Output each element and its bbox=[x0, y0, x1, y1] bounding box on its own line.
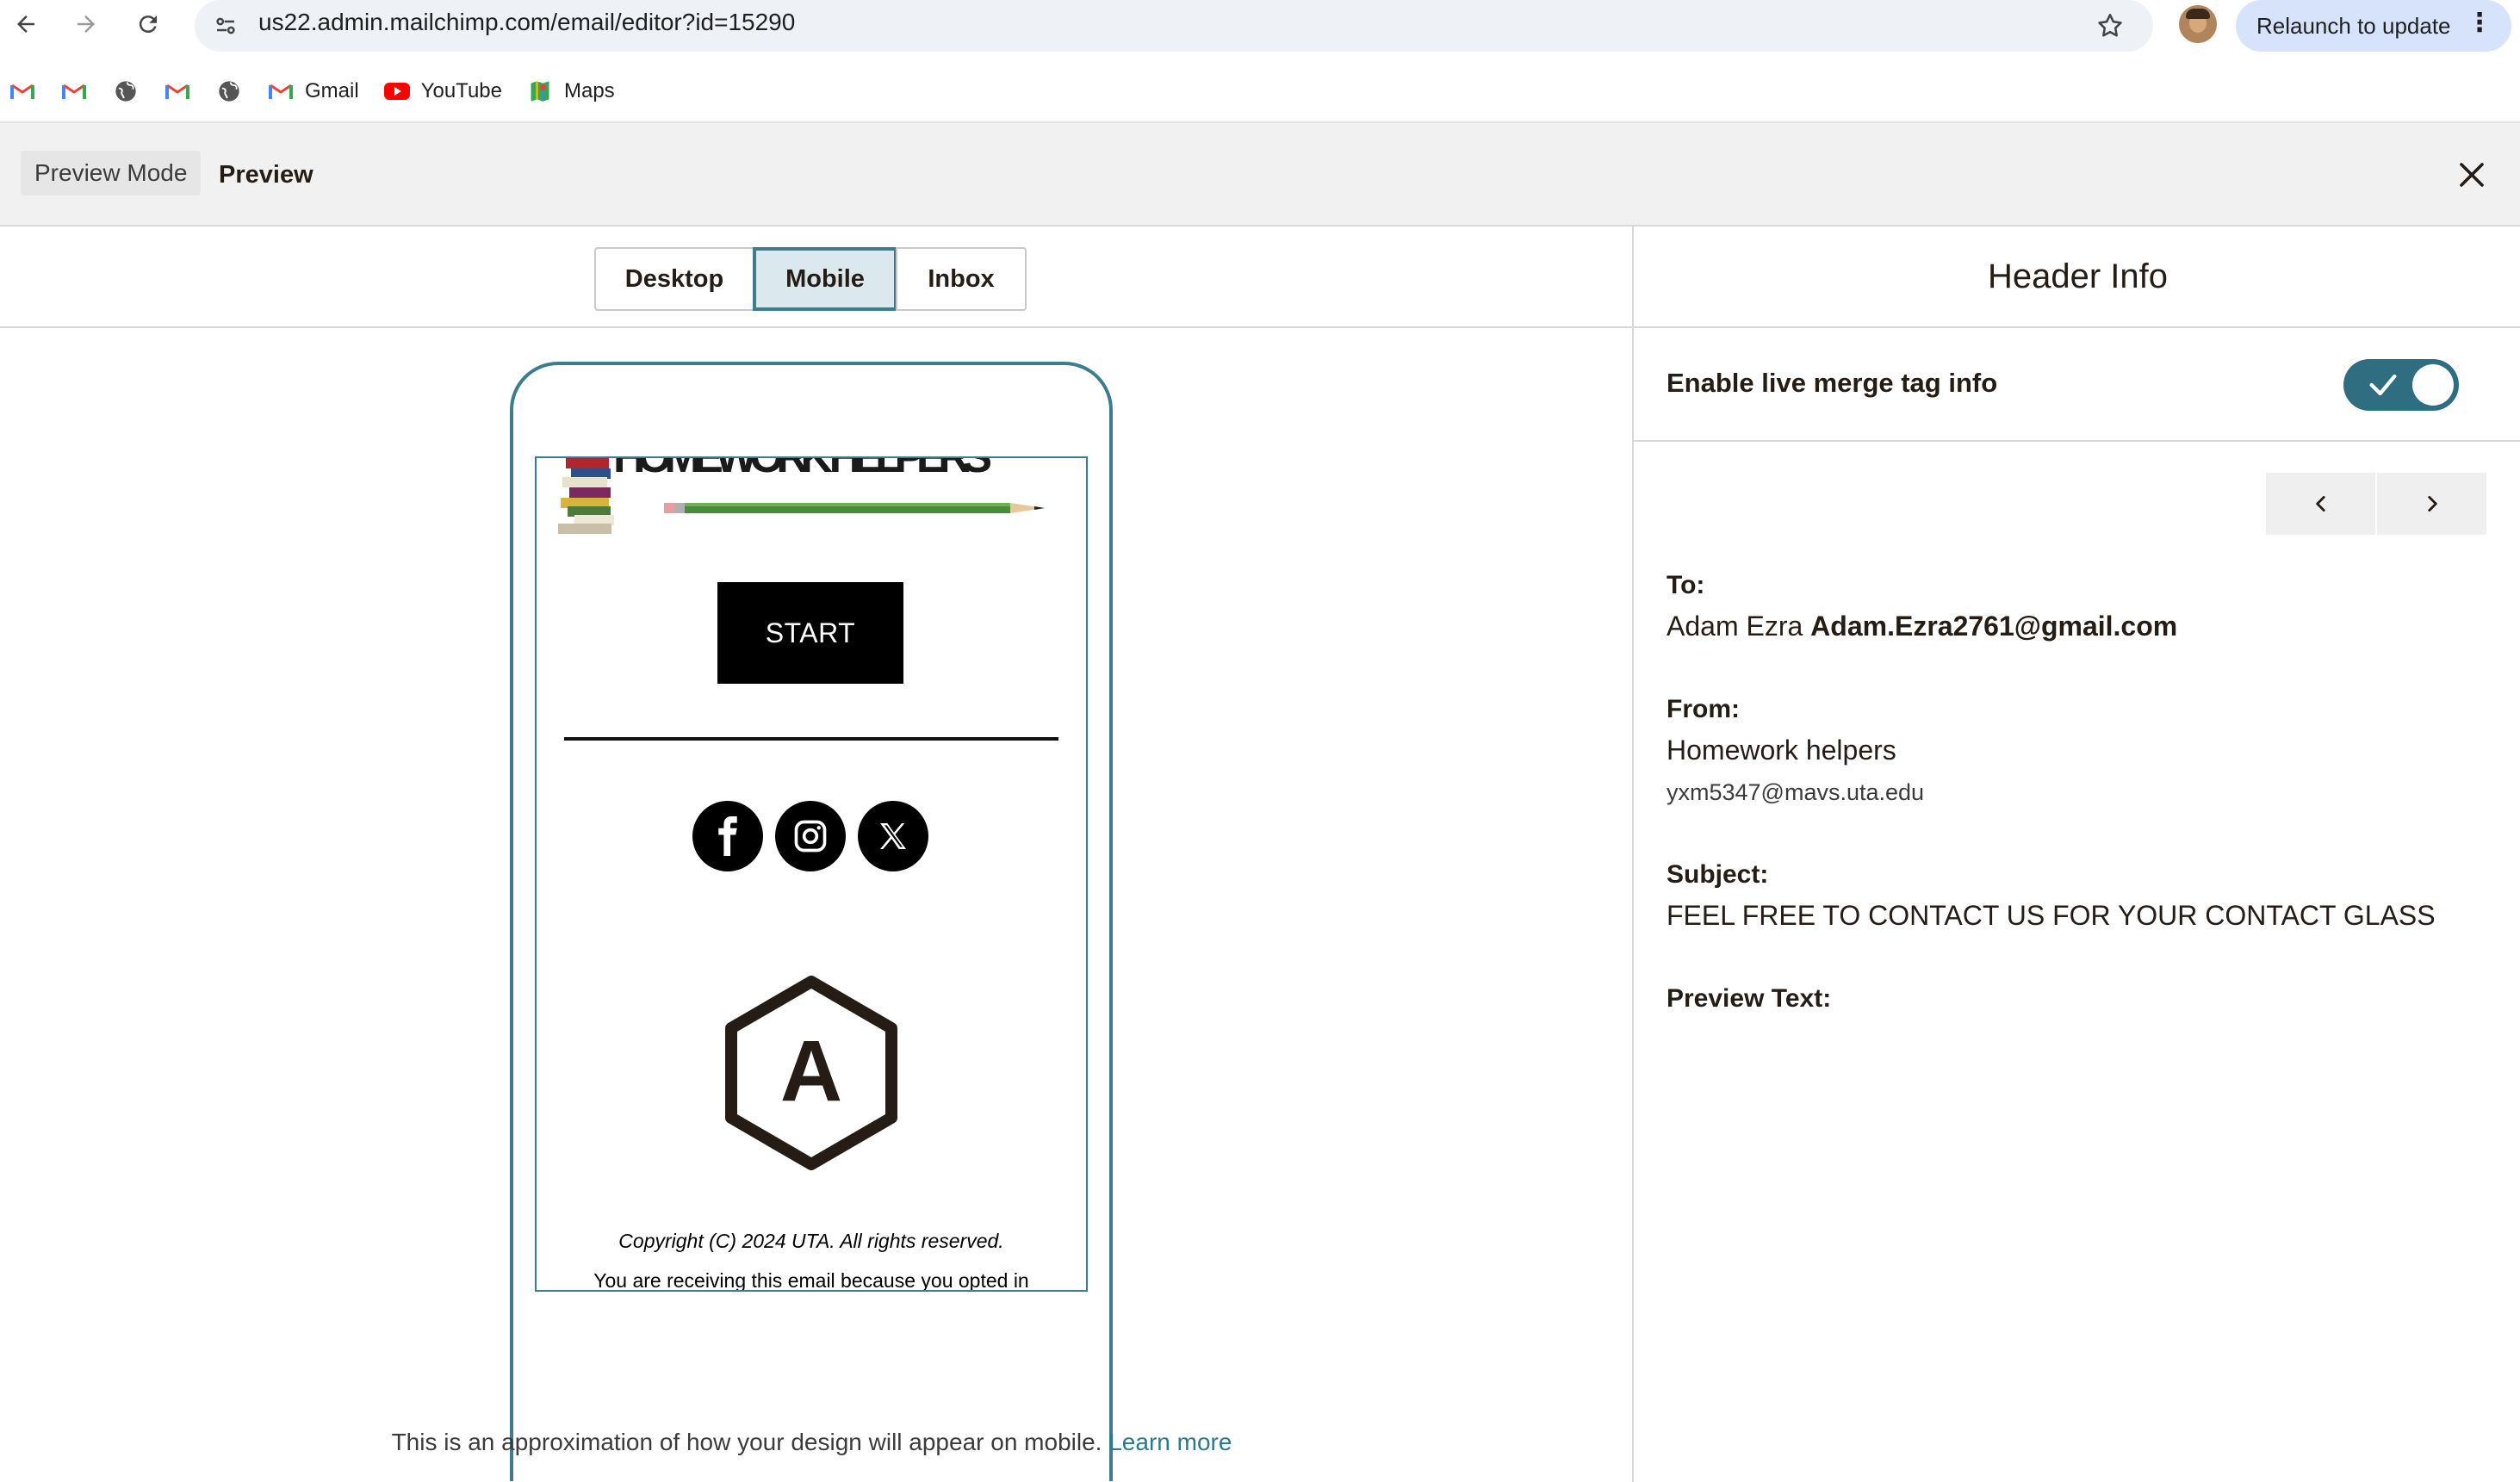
books-pencil-image: HOMEWORK HELPERS bbox=[558, 458, 1045, 534]
header-info-title: Header Info bbox=[1634, 226, 2520, 328]
approximation-note: This is an approximation of how your des… bbox=[0, 1429, 1623, 1456]
merge-tag-row: Enable live merge tag info bbox=[1634, 328, 2520, 442]
device-tabs: Desktop Mobile Inbox bbox=[0, 226, 1632, 328]
bookmark-star-icon[interactable] bbox=[2091, 7, 2129, 45]
bookmark-gmail-3[interactable] bbox=[164, 78, 191, 105]
tab-desktop[interactable]: Desktop bbox=[594, 247, 754, 311]
reload-icon bbox=[139, 16, 157, 34]
close-preview-button[interactable] bbox=[2451, 154, 2492, 195]
header-info-panel: Header Info Enable live merge tag info T… bbox=[1632, 226, 2520, 1482]
email-banner: HOMEWORK HELPERS bbox=[537, 458, 1086, 553]
to-name: Adam Ezra bbox=[1667, 611, 1803, 642]
merge-tag-label: Enable live merge tag info bbox=[1667, 368, 1998, 398]
previous-recipient-button[interactable] bbox=[2266, 473, 2375, 535]
forward-button[interactable] bbox=[69, 7, 103, 41]
preview-header: Preview Mode Preview bbox=[0, 123, 2520, 226]
gmail-icon bbox=[60, 78, 88, 105]
site-info-icon[interactable] bbox=[210, 10, 241, 41]
merge-tag-toggle[interactable] bbox=[2343, 359, 2459, 411]
page-title: Preview bbox=[219, 161, 313, 189]
bookmark-label: Gmail bbox=[305, 79, 359, 102]
approximation-text: This is an approximation of how your des… bbox=[391, 1429, 1102, 1455]
back-arrow-icon bbox=[17, 16, 34, 33]
svg-text:HOMEWORK HELPERS: HOMEWORK HELPERS bbox=[613, 458, 992, 482]
logo-letter: A bbox=[780, 1023, 842, 1119]
x-twitter-icon[interactable] bbox=[858, 801, 928, 871]
tab-inbox[interactable]: Inbox bbox=[896, 247, 1027, 311]
globe-icon bbox=[112, 78, 140, 105]
toggle-knob bbox=[2412, 364, 2454, 406]
logo-hexagon: A bbox=[708, 970, 915, 1176]
maps-icon bbox=[526, 78, 554, 105]
from-email: yxm5347@mavs.uta.edu bbox=[1667, 779, 1925, 805]
preview-text-label: Preview Text: bbox=[1667, 984, 1832, 1013]
reload-button[interactable] bbox=[131, 7, 165, 41]
facebook-icon[interactable] bbox=[692, 801, 763, 871]
chevron-left-icon bbox=[2315, 496, 2325, 512]
more-menu-icon[interactable]: ⋮ bbox=[2467, 10, 2492, 36]
browser-toolbar: us22.admin.mailchimp.com/email/editor?id… bbox=[0, 0, 2520, 52]
email-divider bbox=[564, 737, 1058, 741]
url-text[interactable]: us22.admin.mailchimp.com/email/editor?id… bbox=[258, 9, 795, 36]
next-recipient-button[interactable] bbox=[2377, 473, 2486, 535]
to-label: To: bbox=[1667, 571, 1705, 599]
relaunch-button[interactable]: Relaunch to update ⋮ bbox=[2236, 0, 2511, 52]
from-name: Homework helpers bbox=[1667, 735, 1896, 766]
instagram-icon[interactable] bbox=[775, 801, 846, 871]
learn-more-link[interactable]: Learn more bbox=[1108, 1429, 1232, 1455]
preview-pane: Desktop Mobile Inbox HOMEWORK HELPERS bbox=[0, 226, 1632, 1482]
bookmark-gmail[interactable]: Gmail bbox=[267, 78, 359, 105]
back-button[interactable] bbox=[9, 7, 43, 41]
tab-mobile[interactable]: Mobile bbox=[753, 247, 897, 311]
to-value: Adam Ezra Adam.Ezra2761@gmail.com bbox=[1667, 611, 2177, 642]
bookmark-maps[interactable]: Maps bbox=[526, 78, 615, 105]
check-icon bbox=[2369, 374, 2397, 396]
forward-arrow-icon bbox=[78, 16, 95, 33]
gmail-icon bbox=[9, 78, 36, 105]
from-label: From: bbox=[1667, 695, 1740, 723]
bookmark-globe-2[interactable] bbox=[215, 78, 243, 105]
email-copyright: Copyright (C) 2024 UTA. All rights reser… bbox=[618, 1230, 1004, 1252]
relaunch-label: Relaunch to update bbox=[2256, 12, 2451, 39]
subject-value: FEEL FREE TO CONTACT US FOR YOUR CONTACT… bbox=[1667, 900, 2436, 931]
globe-icon bbox=[215, 78, 243, 105]
bookmark-label: YouTube bbox=[420, 79, 502, 102]
close-icon bbox=[2460, 163, 2484, 187]
bookmarks-bar: Gmail YouTube Maps bbox=[0, 69, 2520, 114]
to-email: Adam.Ezra2761@gmail.com bbox=[1810, 611, 2178, 642]
email-preview: HOMEWORK HELPERS START bbox=[535, 456, 1088, 1292]
youtube-icon bbox=[383, 78, 411, 105]
gmail-icon bbox=[164, 78, 191, 105]
address-bar[interactable]: us22.admin.mailchimp.com/email/editor?id… bbox=[195, 0, 2153, 52]
bookmark-youtube[interactable]: YouTube bbox=[383, 78, 502, 105]
start-button[interactable]: START bbox=[717, 582, 903, 684]
bookmark-label: Maps bbox=[563, 79, 615, 102]
bookmark-gmail-1[interactable] bbox=[9, 78, 36, 105]
profile-avatar[interactable] bbox=[2179, 5, 2217, 43]
gmail-icon bbox=[267, 78, 295, 105]
bookmark-globe-1[interactable] bbox=[112, 78, 140, 105]
subject-label: Subject: bbox=[1667, 860, 1769, 889]
chevron-right-icon bbox=[2427, 496, 2437, 512]
recipient-pager bbox=[2266, 473, 2488, 535]
preview-mode-label: Preview Mode bbox=[21, 151, 202, 195]
email-receiving-notice: You are receiving this email because you… bbox=[593, 1269, 1029, 1292]
bookmark-gmail-2[interactable] bbox=[60, 78, 88, 105]
